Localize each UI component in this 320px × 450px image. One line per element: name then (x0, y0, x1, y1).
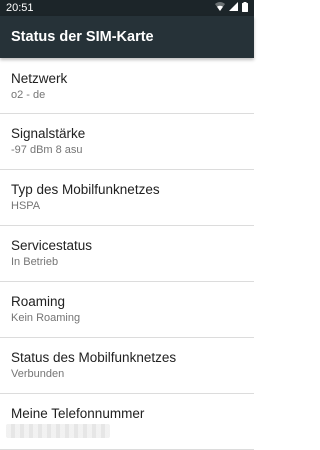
item-summary: o2 - de (11, 89, 46, 101)
list-item-data-network-state[interactable]: Status des Mobilfunknetzes Verbunden (0, 338, 254, 394)
item-summary: In Betrieb (11, 256, 59, 268)
item-summary: Kein Roaming (11, 312, 81, 324)
list-item-phone-number[interactable]: Meine Telefonnummer (0, 394, 254, 450)
signal-icon (229, 2, 238, 14)
status-time: 20:51 (6, 2, 34, 14)
page-title: Status der SIM-Karte (11, 29, 154, 45)
list-item-signal-strength[interactable]: Signalstärke -97 dBm 8 asu (0, 114, 254, 170)
list-item-roaming[interactable]: Roaming Kein Roaming (0, 282, 254, 338)
item-title: Signalstärke (11, 126, 86, 141)
item-title: Status des Mobilfunknetzes (11, 350, 177, 365)
item-title: Meine Telefonnummer (11, 406, 145, 421)
list-item-service-state[interactable]: Servicestatus In Betrieb (0, 226, 254, 282)
redacted-phone-number (6, 424, 110, 438)
item-summary: Verbunden (11, 368, 65, 380)
item-title: Roaming (11, 294, 66, 309)
list-item-network-type[interactable]: Typ des Mobilfunknetzes HSPA (0, 170, 254, 226)
battery-icon (242, 1, 248, 15)
wifi-icon (215, 2, 225, 14)
item-summary: -97 dBm 8 asu (11, 144, 83, 156)
item-title: Typ des Mobilfunknetzes (11, 182, 160, 197)
list-item-network[interactable]: Netzwerk o2 - de (0, 58, 254, 114)
status-bar: 20:51 (0, 0, 254, 16)
item-title: Servicestatus (11, 238, 93, 253)
sim-status-list: Netzwerk o2 - de Signalstärke -97 dBm 8 … (0, 58, 254, 450)
app-bar: Status der SIM-Karte (0, 16, 254, 58)
item-title: Netzwerk (11, 71, 68, 86)
item-summary: HSPA (11, 200, 41, 212)
status-icons (215, 1, 248, 15)
